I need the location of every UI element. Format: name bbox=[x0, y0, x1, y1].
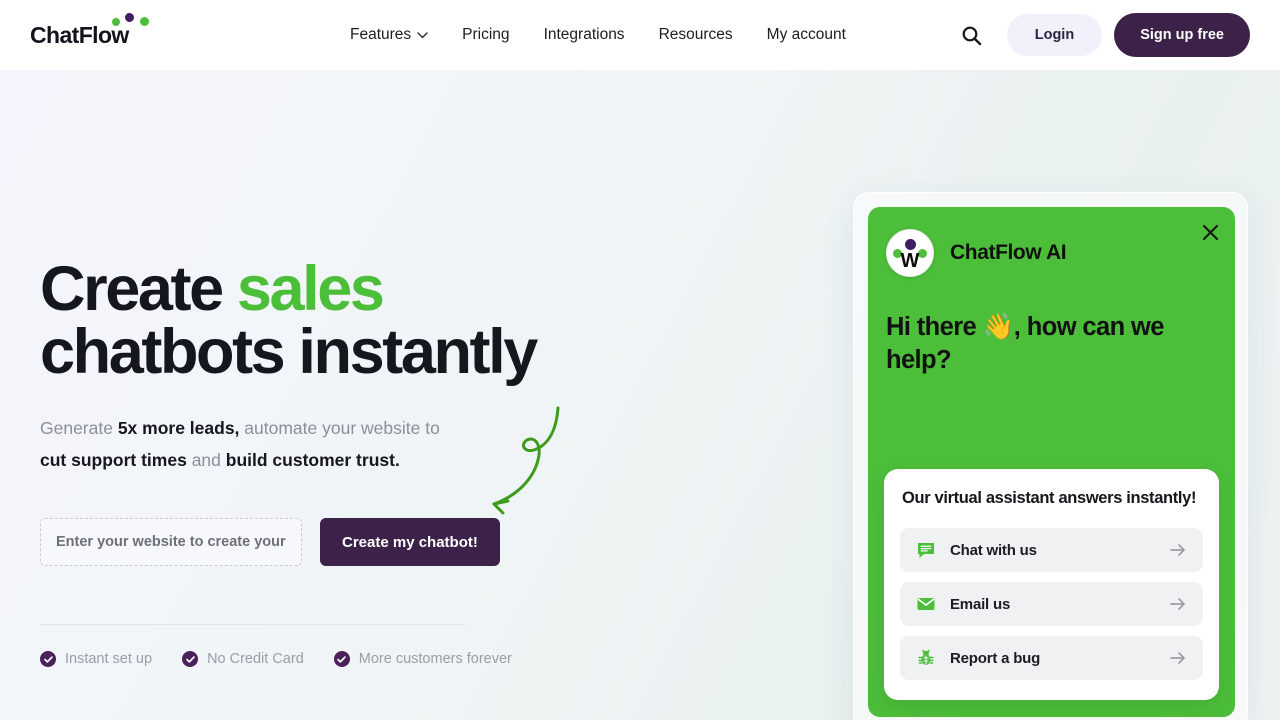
chat-widget: W ChatFlow AI Hi there 👋, how can we hel… bbox=[868, 207, 1235, 717]
nav-label-features: Features bbox=[350, 26, 412, 43]
nav-label-my-account: My account bbox=[766, 26, 846, 43]
hero-section: Create sales chatbots instantly Generate… bbox=[40, 258, 600, 667]
nav-item-resources[interactable]: Resources bbox=[659, 26, 733, 44]
hero-heading-part1: Create bbox=[40, 254, 237, 324]
hero-heading-highlight: sales bbox=[236, 254, 385, 324]
chat-widget-title: ChatFlow AI bbox=[950, 241, 1067, 264]
chat-bubble-icon bbox=[916, 540, 936, 560]
hero-heading: Create sales chatbots instantly bbox=[40, 258, 600, 384]
site-header: ChatFlow Features Pricing Integrations R… bbox=[0, 0, 1280, 70]
sub-text-f: and bbox=[186, 450, 226, 470]
benefit-item-more-customers: More customers forever bbox=[333, 651, 512, 667]
nav-item-features[interactable]: Features bbox=[350, 26, 428, 44]
brand-logo[interactable]: ChatFlow bbox=[30, 12, 210, 49]
chat-greeting-text: Hi there 👋, how can we help? bbox=[886, 313, 1164, 374]
sub-text-d: to bbox=[425, 418, 440, 438]
search-button[interactable] bbox=[955, 18, 989, 52]
chat-option-label: Chat with us bbox=[950, 541, 1037, 559]
envelope-icon bbox=[916, 594, 936, 614]
chat-option-report-a-bug[interactable]: Report a bug bbox=[900, 636, 1203, 680]
check-circle-icon bbox=[182, 651, 199, 667]
nav-label-integrations: Integrations bbox=[543, 26, 625, 43]
avatar-letter: W bbox=[900, 250, 920, 272]
sub-text-b: 5x more leads, bbox=[117, 418, 240, 438]
hero-divider bbox=[40, 624, 465, 625]
close-icon bbox=[1202, 224, 1218, 240]
nav-label-pricing: Pricing bbox=[462, 26, 510, 43]
chat-option-label: Report a bug bbox=[950, 649, 1041, 667]
chat-widget-header: W ChatFlow AI bbox=[868, 207, 1235, 277]
close-button[interactable] bbox=[1199, 221, 1221, 243]
website-url-input[interactable] bbox=[40, 518, 302, 566]
chat-option-chat-with-us[interactable]: Chat with us bbox=[900, 528, 1203, 572]
chat-options-card: Our virtual assistant answers instantly!… bbox=[884, 469, 1219, 700]
avatar: W bbox=[886, 229, 934, 277]
sub-text-c: automate your website bbox=[239, 418, 421, 438]
hero-benefits-list: Instant set up No Credit Card More custo… bbox=[40, 651, 600, 667]
arrow-right-icon bbox=[1170, 598, 1185, 610]
check-circle-icon bbox=[40, 651, 56, 667]
nav-label-resources: Resources bbox=[658, 26, 733, 43]
arrow-right-icon bbox=[1170, 544, 1185, 556]
nav-item-my-account[interactable]: My account bbox=[767, 26, 846, 44]
sub-text-g: build customer trust. bbox=[225, 450, 400, 470]
chat-option-label: Email us bbox=[950, 595, 1011, 613]
hero-heading-part2: chatbots instantly bbox=[40, 317, 538, 387]
chat-options-list: Chat with us Email us Report a bug bbox=[900, 528, 1203, 680]
chevron-down-icon bbox=[417, 31, 428, 38]
sub-text-a: Generate bbox=[40, 418, 118, 438]
nav-item-pricing[interactable]: Pricing bbox=[462, 26, 509, 44]
header-actions: Login Sign up free bbox=[955, 13, 1250, 57]
nav-item-integrations[interactable]: Integrations bbox=[544, 26, 625, 44]
benefit-item-no-credit-card: No Credit Card bbox=[182, 651, 304, 667]
benefit-label: No Credit Card bbox=[207, 651, 304, 667]
chat-option-email-us[interactable]: Email us bbox=[900, 582, 1203, 626]
arrow-right-icon bbox=[1170, 652, 1185, 664]
login-button[interactable]: Login bbox=[1006, 14, 1103, 56]
benefit-label: Instant set up bbox=[65, 651, 153, 667]
create-chatbot-button[interactable]: Create my chatbot! bbox=[320, 518, 500, 566]
benefit-item-instant-setup: Instant set up bbox=[40, 651, 152, 667]
brand-logo-dots-icon bbox=[112, 12, 156, 27]
hero-signup-form: Create my chatbot! bbox=[40, 518, 600, 566]
hero-subheading: Generate 5x more leads, automate your we… bbox=[40, 412, 470, 476]
signup-button[interactable]: Sign up free bbox=[1114, 13, 1250, 57]
chat-widget-frame: W ChatFlow AI Hi there 👋, how can we hel… bbox=[853, 192, 1248, 720]
bug-icon bbox=[916, 648, 936, 668]
check-circle-icon bbox=[333, 651, 350, 667]
sub-text-e: cut support times bbox=[40, 450, 187, 470]
search-icon bbox=[962, 26, 982, 45]
benefit-label: More customers forever bbox=[358, 651, 512, 667]
main-navigation: Features Pricing Integrations Resources … bbox=[350, 26, 846, 44]
chat-card-title: Our virtual assistant answers instantly! bbox=[902, 489, 1197, 507]
